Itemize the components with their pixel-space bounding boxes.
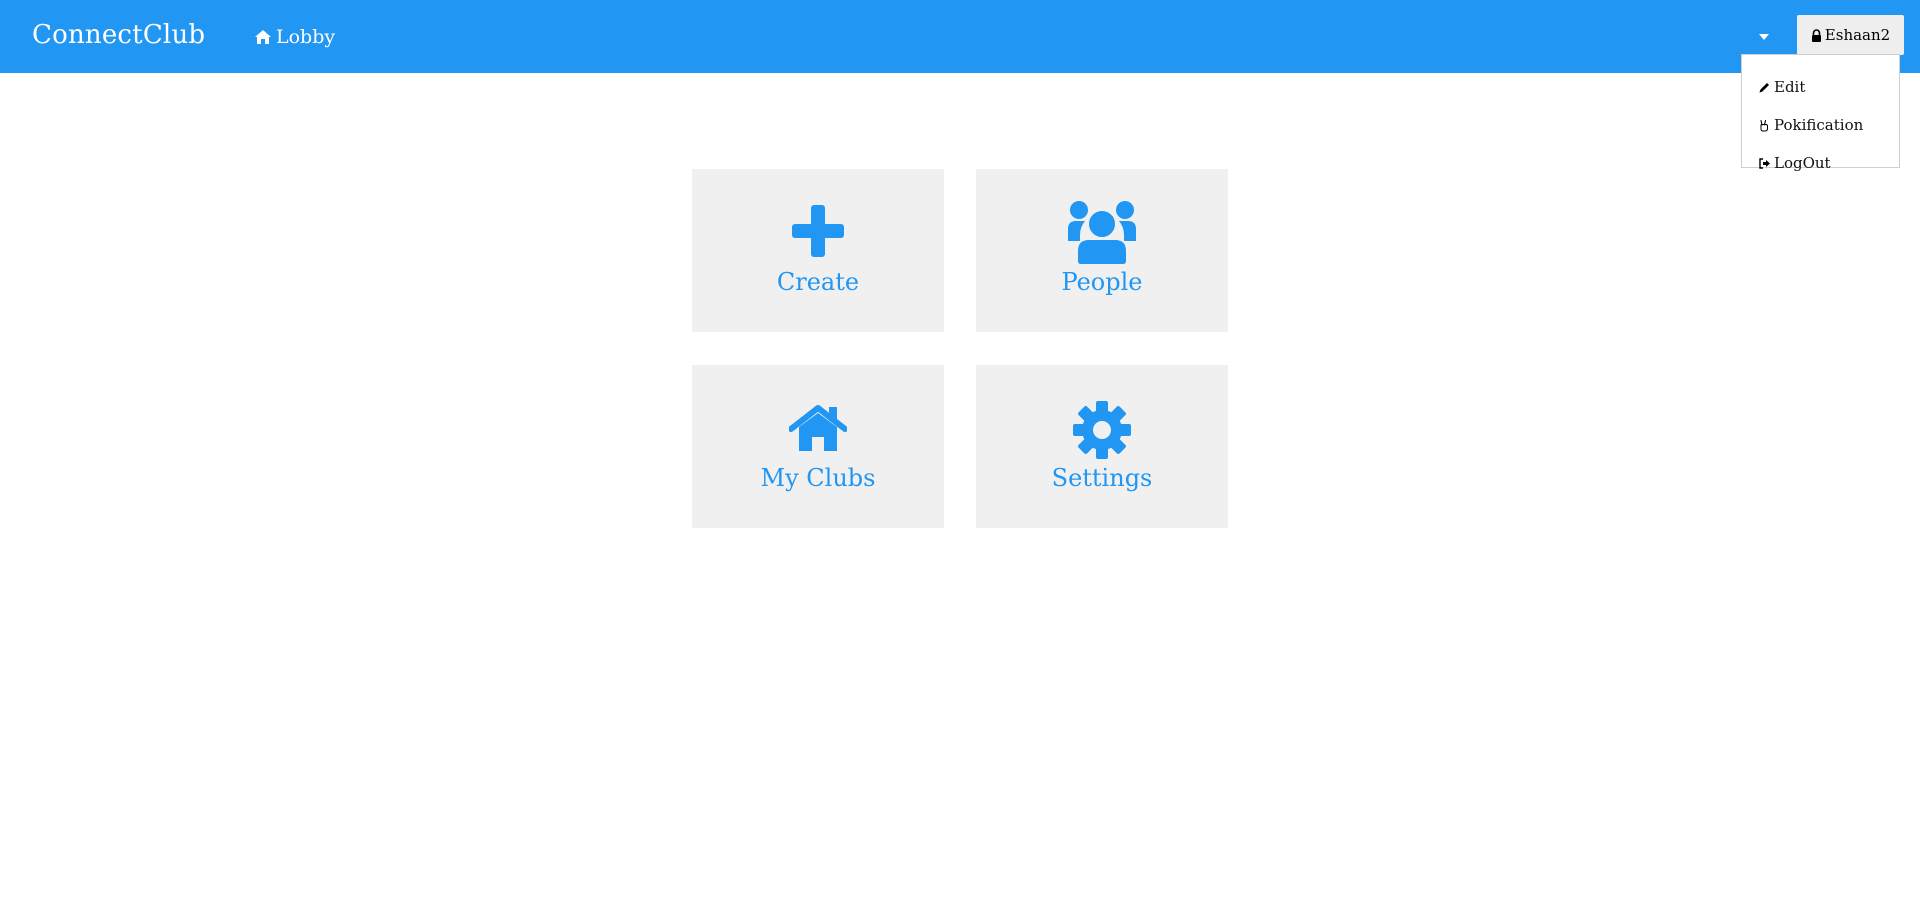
people-tile[interactable]: People [976,169,1228,332]
tile-label: Create [776,268,860,296]
menu-item-label: Edit [1774,78,1806,96]
tile-label: Settings [1051,464,1153,492]
tile-icon-wrap [976,201,1228,265]
menu-item-label: LogOut [1774,154,1831,172]
top-navbar: ConnectClub Lobby Eshaan2 [0,0,1920,73]
lock-icon [1811,28,1821,42]
menu-item-edit[interactable]: Edit [1758,75,1805,99]
my-clubs-tile[interactable]: My Clubs [692,365,944,528]
user-account-button[interactable]: Eshaan2 [1797,15,1904,55]
user-name-label: Eshaan2 [1824,26,1891,44]
create-tile[interactable]: Create [692,169,944,332]
tile-icon-wrap [692,405,944,453]
user-dropdown-menu: Edit Pokification LogOut [1741,54,1900,172]
user-menu-toggle[interactable] [1752,25,1776,49]
plus-icon [792,205,844,257]
tile-label: My Clubs [760,464,876,492]
nav-lobby-label: Lobby [276,26,336,48]
peace-hand-icon [1760,119,1768,131]
menu-item-pokification[interactable]: Pokification [1758,113,1863,137]
tile-icon-wrap [692,205,944,257]
settings-tile[interactable]: Settings [976,365,1228,528]
caret-down-icon [1759,34,1769,40]
nav-lobby-link[interactable]: Lobby [254,24,335,50]
tile-label: People [1061,268,1143,296]
menu-item-label: Pokification [1774,116,1864,134]
menu-item-logout[interactable]: LogOut [1758,151,1831,175]
pencil-icon [1759,82,1769,92]
tile-icon-wrap [976,401,1228,459]
home-icon [789,405,847,451]
brand-logo-link[interactable]: ConnectClub [32,18,205,52]
users-icon [1068,201,1136,265]
gear-icon [1073,401,1131,459]
home-icon [255,30,271,44]
sign-out-icon [1759,157,1770,169]
